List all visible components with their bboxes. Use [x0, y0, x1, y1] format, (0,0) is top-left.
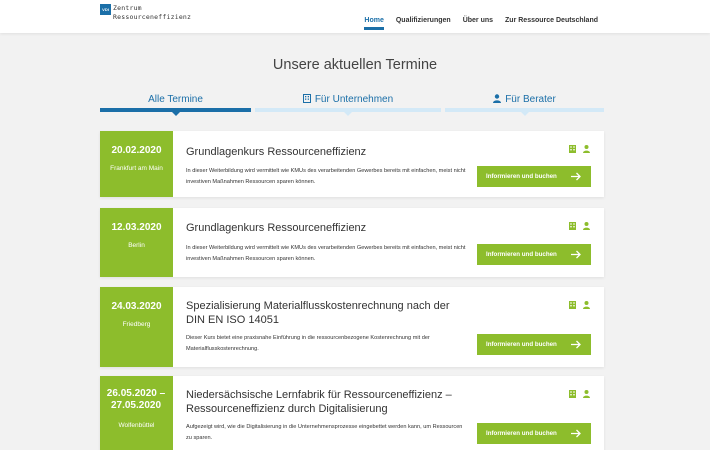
event-title[interactable]: Grundlagenkurs Ressourceneffizienz [186, 221, 366, 235]
book-button[interactable]: Informieren und buchen [477, 244, 591, 265]
site-header: VDI Zentrum Ressourceneffizienz Home Qua… [0, 0, 710, 33]
book-button[interactable]: Informieren und buchen [477, 334, 591, 355]
event-card: 20.02.2020 Frankfurt am Main Grundlagenk… [100, 131, 604, 197]
nav-item-qualifizierungen[interactable]: Qualifizierungen [396, 0, 451, 33]
card-icons [569, 390, 590, 398]
person-icon [583, 145, 590, 153]
tab-label: Alle Termine [148, 94, 203, 105]
book-button[interactable]: Informieren und buchen [477, 166, 591, 187]
tab-fuer-unternehmen[interactable]: Für Unternehmen [255, 94, 441, 116]
event-city: Berlin [128, 242, 145, 249]
logo-text: Zentrum Ressourceneffizienz [113, 4, 191, 22]
event-city: Frankfurt am Main [110, 165, 163, 172]
event-title[interactable]: Spezialisierung Materialflusskostenrechn… [186, 299, 456, 327]
person-icon [493, 94, 502, 103]
date-panel: 24.03.2020 Friedberg [100, 287, 173, 367]
event-card: 24.03.2020 Friedberg Spezialisierung Mat… [100, 287, 604, 367]
building-icon [569, 145, 576, 153]
event-card: 12.03.2020 Berlin Grundlagenkurs Ressour… [100, 208, 604, 277]
building-icon [569, 301, 576, 309]
event-date: 24.03.2020 [111, 301, 162, 312]
event-title[interactable]: Grundlagenkurs Ressourceneffizienz [186, 145, 366, 159]
book-button-label: Informieren und buchen [486, 430, 557, 437]
tab-label-wrap: Für Unternehmen [255, 94, 441, 106]
building-icon [302, 94, 311, 103]
book-button[interactable]: Informieren und buchen [477, 423, 591, 444]
tab-fuer-berater[interactable]: Für Berater [445, 94, 604, 116]
tab-label: Für Unternehmen [314, 94, 394, 105]
logo-badge: VDI [100, 4, 111, 15]
event-description: In dieser Weiterbildung wird vermittelt … [186, 245, 466, 262]
tab-label-wrap: Für Berater [445, 94, 604, 106]
event-description: In dieser Weiterbildung wird vermittelt … [186, 168, 466, 185]
event-date: 12.03.2020 [111, 222, 162, 233]
tab-label: Für Berater [505, 94, 556, 105]
tab-arrow-icon [171, 112, 180, 116]
building-icon [569, 390, 576, 398]
book-button-label: Informieren und buchen [486, 251, 557, 258]
card-icons [569, 145, 590, 153]
event-card: 26.05.2020 – 27.05.2020 Wolfenbüttel Nie… [100, 376, 604, 450]
event-city: Wolfenbüttel [118, 422, 155, 429]
tab-arrow-icon [344, 112, 352, 116]
arrow-right-icon [571, 340, 581, 349]
event-date: 26.05.2020 – 27.05.2020 [106, 388, 166, 411]
page-title: Unsere aktuellen Termine [272, 57, 438, 73]
nav-item-home[interactable]: Home [364, 0, 385, 33]
nav-item-ressource-deutschland[interactable]: Zur Ressource Deutschland [505, 0, 598, 33]
building-icon [569, 222, 576, 230]
filter-tabs: Alle Termine Für Unternehmen Für Berater [100, 94, 604, 116]
date-panel: 26.05.2020 – 27.05.2020 Wolfenbüttel [100, 376, 173, 450]
tab-alle-termine[interactable]: Alle Termine [100, 94, 251, 116]
tab-arrow-icon [520, 112, 529, 116]
book-button-label: Informieren und buchen [486, 173, 557, 180]
date-panel: 20.02.2020 Frankfurt am Main [100, 131, 173, 197]
book-button-label: Informieren und buchen [486, 341, 557, 348]
logo-line-1: Zentrum [113, 4, 142, 12]
card-icons [569, 222, 590, 230]
logo[interactable]: VDI Zentrum Ressourceneffizienz [100, 4, 191, 22]
date-panel: 12.03.2020 Berlin [100, 208, 173, 277]
event-title[interactable]: Niedersächsische Lernfabrik für Ressourc… [186, 388, 456, 416]
arrow-right-icon [571, 250, 581, 259]
card-icons [569, 301, 590, 309]
event-description: Aufgezeigt wird, wie die Digitalisierung… [186, 424, 463, 441]
person-icon [583, 390, 590, 398]
person-icon [583, 222, 590, 230]
event-date: 20.02.2020 [111, 145, 162, 156]
nav-item-ueber-uns[interactable]: Über uns [463, 0, 493, 33]
event-description: Dieser Kurs bietet eine praxisnahe Einfü… [186, 335, 430, 352]
arrow-right-icon [571, 172, 581, 181]
event-city: Friedberg [122, 321, 151, 328]
logo-line-2: Ressourceneffizienz [113, 13, 192, 21]
arrow-right-icon [571, 429, 581, 438]
main-nav: Home Qualifizierungen Über uns Zur Resso… [364, 0, 598, 33]
person-icon [583, 301, 590, 309]
